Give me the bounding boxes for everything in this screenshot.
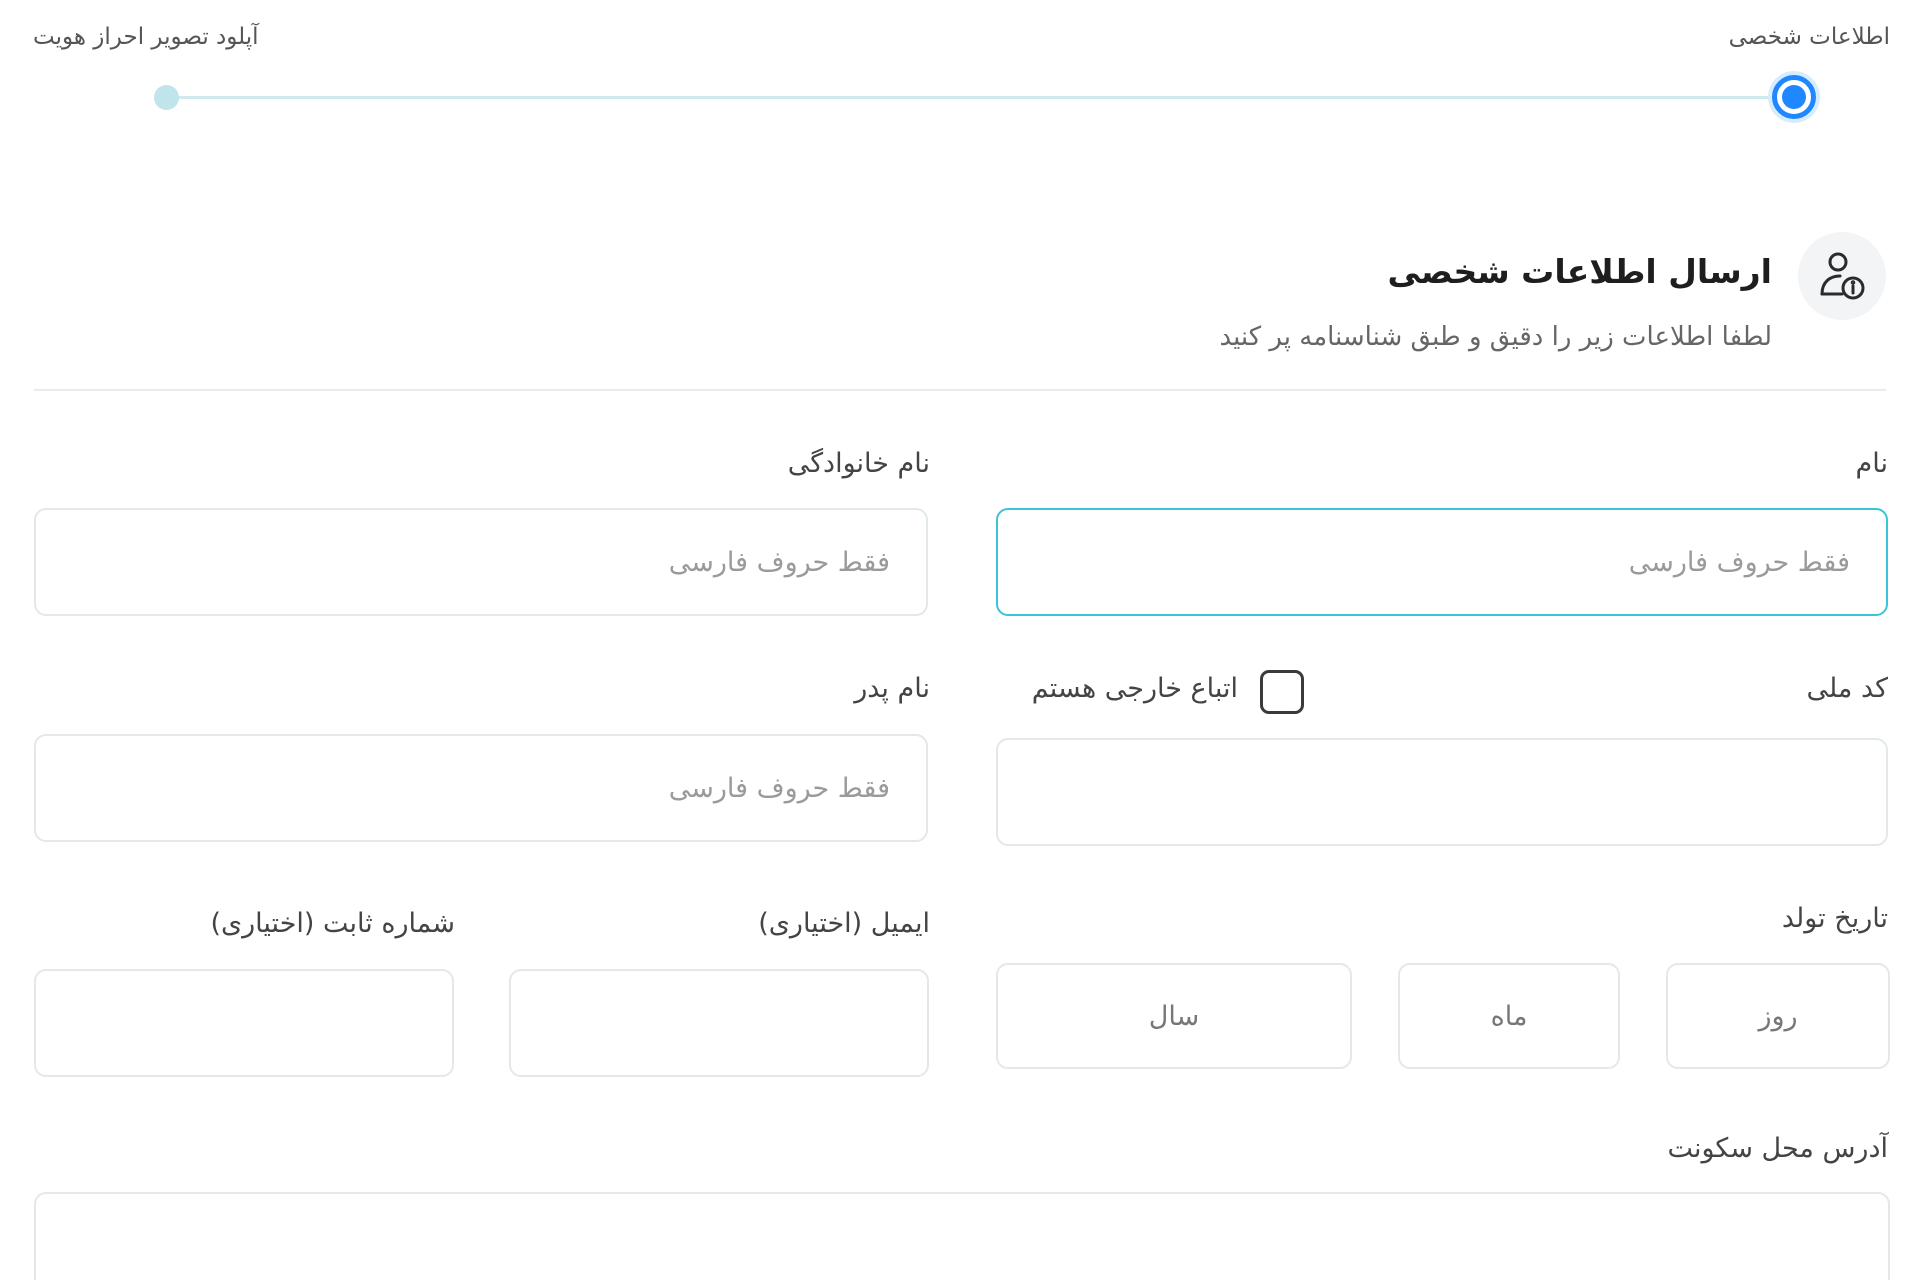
- section-subtitle: لطفا اطلاعات زیر را دقیق و طبق شناسنامه …: [1219, 322, 1772, 352]
- birth-year-input[interactable]: [998, 965, 1350, 1067]
- first-name-field[interactable]: [996, 508, 1888, 616]
- foreign-national-label[interactable]: اتباع خارجی هستم: [1032, 673, 1238, 704]
- birth-date-label: تاریخ تولد: [1781, 903, 1888, 934]
- first-name-input[interactable]: [998, 510, 1886, 614]
- address-label: آدرس محل سکونت: [1667, 1133, 1888, 1164]
- birth-month-input[interactable]: [1400, 965, 1618, 1067]
- national-code-input[interactable]: [998, 740, 1886, 844]
- email-field[interactable]: [509, 969, 929, 1077]
- landline-field[interactable]: [34, 969, 454, 1077]
- step-dot-personal-info[interactable]: [1772, 75, 1816, 119]
- last-name-field[interactable]: [34, 508, 928, 616]
- step-dot-id-upload[interactable]: [154, 85, 179, 110]
- birth-month-field[interactable]: [1398, 963, 1620, 1069]
- birth-year-field[interactable]: [996, 963, 1352, 1069]
- landline-input[interactable]: [36, 971, 452, 1075]
- father-name-input[interactable]: [36, 736, 926, 840]
- user-info-icon: [1798, 232, 1886, 320]
- landline-label: شماره ثابت (اختیاری): [210, 908, 455, 939]
- father-name-field[interactable]: [34, 734, 928, 842]
- personal-info-page: اطلاعات شخصی آپلود تصویر احراز هویت ارسا…: [0, 0, 1920, 1280]
- email-label: ایمیل (اختیاری): [758, 908, 930, 939]
- address-field[interactable]: [34, 1192, 1890, 1280]
- national-code-label: کد ملی: [1806, 673, 1888, 704]
- section-divider: [34, 389, 1886, 391]
- foreign-national-checkbox[interactable]: [1260, 670, 1304, 714]
- step-label-personal-info[interactable]: اطلاعات شخصی: [1729, 24, 1890, 50]
- birth-day-field[interactable]: [1666, 963, 1890, 1069]
- last-name-input[interactable]: [36, 510, 926, 614]
- step-label-id-upload[interactable]: آپلود تصویر احراز هویت: [33, 24, 259, 50]
- birth-day-input[interactable]: [1668, 965, 1888, 1067]
- first-name-label: نام: [1855, 448, 1888, 479]
- address-input[interactable]: [36, 1194, 1888, 1280]
- national-code-field[interactable]: [996, 738, 1888, 846]
- email-input[interactable]: [511, 971, 927, 1075]
- last-name-label: نام خانوادگی: [787, 448, 930, 479]
- father-name-label: نام پدر: [854, 673, 930, 704]
- section-title: ارسال اطلاعات شخصی: [1387, 252, 1772, 291]
- stepper-track: [166, 96, 1796, 99]
